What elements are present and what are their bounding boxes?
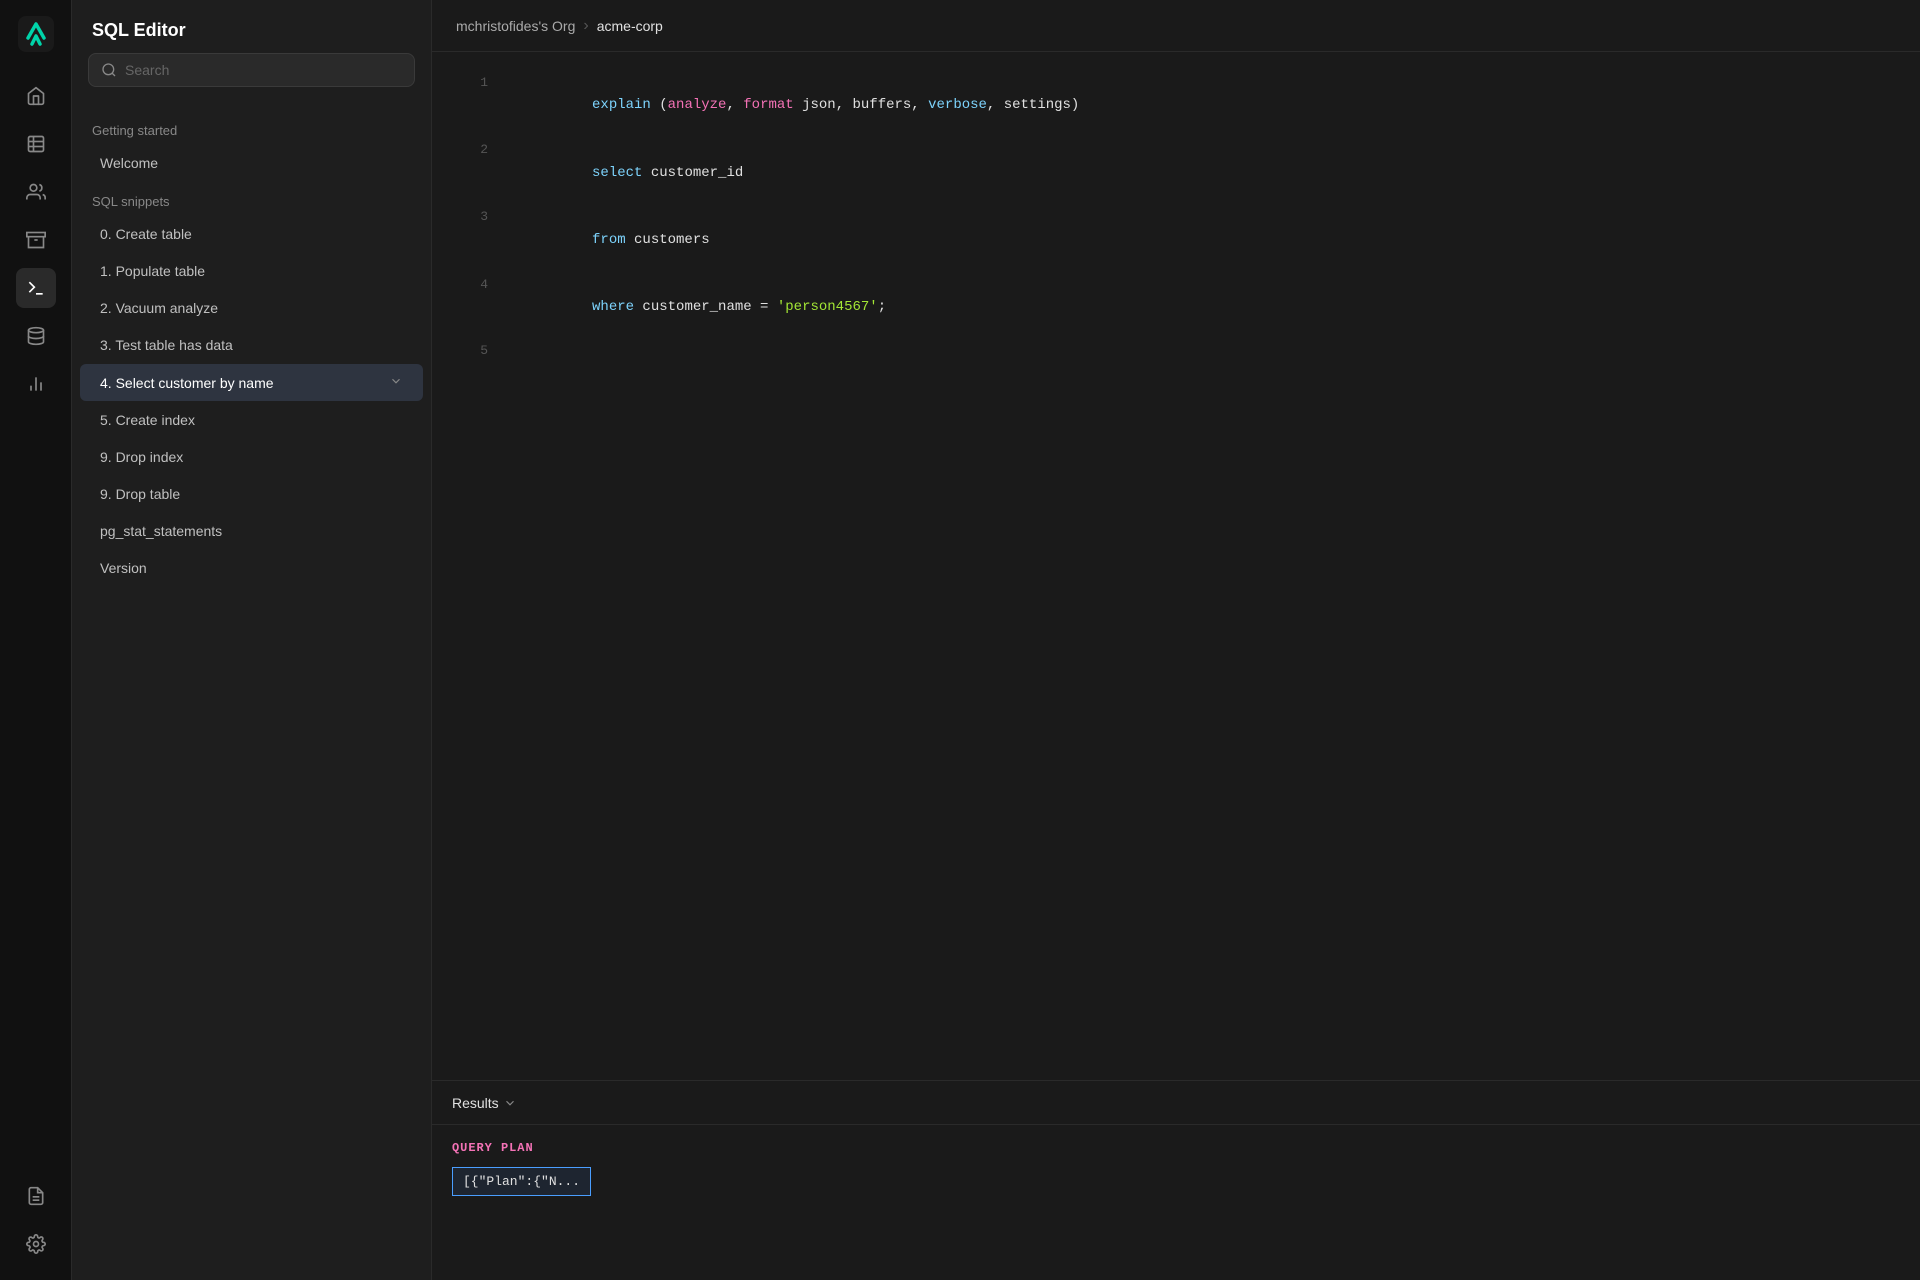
app-title: SQL Editor xyxy=(92,20,186,41)
code-container: 1 explain (analyze, format json, buffers… xyxy=(432,52,1920,1080)
sidebar-item-create-table[interactable]: 0. Create table xyxy=(80,216,423,252)
code-line-2: 2 select customer_id xyxy=(432,139,1920,206)
nav-table[interactable] xyxy=(16,124,56,164)
chevron-down-icon xyxy=(503,1096,517,1110)
sidebar-item-vacuum-analyze[interactable]: 2. Vacuum analyze xyxy=(80,290,423,326)
sidebar-item-populate-table[interactable]: 1. Populate table xyxy=(80,253,423,289)
nav-chart[interactable] xyxy=(16,364,56,404)
editor-area[interactable]: 1 explain (analyze, format json, buffers… xyxy=(432,52,1920,1080)
sidebar-item-drop-table[interactable]: 9. Drop table xyxy=(80,476,423,512)
nav-database[interactable] xyxy=(16,316,56,356)
query-result-cell[interactable]: [{"Plan":{"N... xyxy=(452,1167,591,1196)
results-body: QUERY PLAN [{"Plan":{"N... xyxy=(432,1125,1920,1212)
search-icon xyxy=(101,62,117,78)
nav-terminal[interactable] xyxy=(16,268,56,308)
results-header: Results xyxy=(432,1081,1920,1125)
section-sql-snippets: SQL snippets xyxy=(72,182,431,215)
icon-sidebar xyxy=(0,0,72,1280)
chevron-down-icon xyxy=(389,374,403,391)
breadcrumb-bar: mchristofides's Org › acme-corp xyxy=(432,0,1920,52)
search-bar[interactable] xyxy=(88,53,415,87)
left-panel: SQL Editor Getting started Welcome SQL s… xyxy=(72,0,432,1280)
sidebar-item-pg-stat[interactable]: pg_stat_statements xyxy=(80,513,423,549)
search-input[interactable] xyxy=(125,62,402,78)
breadcrumb-org: mchristofides's Org xyxy=(456,18,575,34)
code-line-3: 3 from customers xyxy=(432,206,1920,273)
app-logo[interactable] xyxy=(18,16,54,52)
code-line-1: 1 explain (analyze, format json, buffers… xyxy=(432,72,1920,139)
query-plan-label: QUERY PLAN xyxy=(452,1141,1900,1155)
main-area: mchristofides's Org › acme-corp 1 explai… xyxy=(432,0,1920,1280)
sidebar-item-select-customer[interactable]: 4. Select customer by name xyxy=(80,364,423,401)
code-line-5: 5 xyxy=(432,341,1920,362)
nav-box[interactable] xyxy=(16,220,56,260)
section-getting-started: Getting started xyxy=(72,111,431,144)
left-panel-header: SQL Editor xyxy=(72,0,431,53)
sidebar-item-drop-index[interactable]: 9. Drop index xyxy=(80,439,423,475)
sidebar-item-welcome[interactable]: Welcome xyxy=(80,145,423,181)
results-tab[interactable]: Results xyxy=(452,1095,517,1111)
nav-settings[interactable] xyxy=(16,1224,56,1264)
breadcrumb-separator: › xyxy=(583,17,588,35)
nav-home[interactable] xyxy=(16,76,56,116)
left-panel-content: Getting started Welcome SQL snippets 0. … xyxy=(72,103,431,1280)
sidebar-item-version[interactable]: Version xyxy=(80,550,423,586)
code-line-4: 4 where customer_name = 'person4567'; xyxy=(432,274,1920,341)
nav-users[interactable] xyxy=(16,172,56,212)
results-panel: Results QUERY PLAN [{"Plan":{"N... xyxy=(432,1080,1920,1280)
nav-doc[interactable] xyxy=(16,1176,56,1216)
sidebar-item-create-index[interactable]: 5. Create index xyxy=(80,402,423,438)
sidebar-item-test-table[interactable]: 3. Test table has data xyxy=(80,327,423,363)
breadcrumb-project: acme-corp xyxy=(597,18,663,34)
